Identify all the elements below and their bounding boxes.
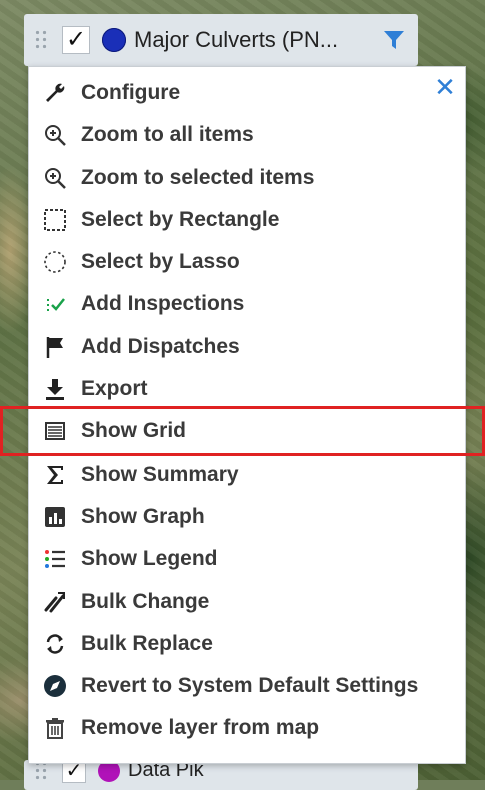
menu-item-add-inspections[interactable]: Add Inspections bbox=[29, 283, 465, 325]
legend-list-icon bbox=[41, 545, 69, 573]
menu-item-label: Select by Rectangle bbox=[81, 208, 280, 231]
zoom-in-icon bbox=[41, 164, 69, 192]
menu-item-zoom-selected[interactable]: Zoom to selected items bbox=[29, 157, 465, 199]
drag-handle-icon[interactable] bbox=[34, 29, 48, 51]
zoom-in-icon bbox=[41, 121, 69, 149]
menu-item-label: Bulk Change bbox=[81, 590, 210, 613]
menu-item-export[interactable]: Export bbox=[29, 368, 465, 410]
menu-item-remove-layer[interactable]: Remove layer from map bbox=[29, 707, 465, 749]
menu-item-label: Select by Lasso bbox=[81, 250, 240, 273]
layer-color-dot bbox=[102, 28, 126, 52]
download-arrow-icon bbox=[41, 375, 69, 403]
menu-item-label: Show Summary bbox=[81, 463, 239, 486]
flag-icon bbox=[41, 333, 69, 361]
menu-item-show-summary[interactable]: Show Summary bbox=[29, 454, 465, 496]
menu-item-show-grid[interactable]: Show Grid bbox=[29, 410, 465, 452]
bulk-replace-icon bbox=[41, 630, 69, 658]
menu-item-label: Add Inspections bbox=[81, 292, 245, 315]
menu-item-label: Export bbox=[81, 377, 148, 400]
menu-item-label: Bulk Replace bbox=[81, 632, 213, 655]
layer-row-major-culverts[interactable]: ✓ Major Culverts (PN... bbox=[24, 14, 418, 66]
menu-item-show-legend[interactable]: Show Legend bbox=[29, 538, 465, 580]
menu-item-label: Zoom to all items bbox=[81, 123, 254, 146]
menu-item-show-graph[interactable]: Show Graph bbox=[29, 496, 465, 538]
trash-icon bbox=[41, 714, 69, 742]
layer-context-menu: ✕ Configure Zoom to all items Zoom to se… bbox=[28, 66, 466, 764]
grid-table-icon bbox=[41, 417, 69, 445]
menu-item-bulk-replace[interactable]: Bulk Replace bbox=[29, 623, 465, 665]
menu-item-bulk-change[interactable]: Bulk Change bbox=[29, 581, 465, 623]
filter-icon[interactable] bbox=[382, 28, 406, 52]
inspection-check-icon bbox=[41, 290, 69, 318]
menu-item-select-lasso[interactable]: Select by Lasso bbox=[29, 241, 465, 283]
menu-item-label: Add Dispatches bbox=[81, 335, 240, 358]
menu-item-label: Configure bbox=[81, 81, 181, 104]
dashed-lasso-icon bbox=[41, 248, 69, 276]
layer-row-data-pik[interactable]: ✓ Data Pik bbox=[24, 760, 418, 790]
bulk-change-icon bbox=[41, 588, 69, 616]
menu-item-label: Show Legend bbox=[81, 547, 218, 570]
menu-item-zoom-all[interactable]: Zoom to all items bbox=[29, 114, 465, 156]
menu-item-add-dispatches[interactable]: Add Dispatches bbox=[29, 326, 465, 368]
menu-item-label: Show Graph bbox=[81, 505, 205, 528]
menu-item-label: Remove layer from map bbox=[81, 716, 320, 739]
menu-item-label: Zoom to selected items bbox=[81, 166, 315, 189]
menu-item-configure[interactable]: Configure bbox=[29, 72, 465, 114]
layer-name[interactable]: Major Culverts (PN... bbox=[134, 27, 338, 53]
bar-chart-icon bbox=[41, 503, 69, 531]
menu-item-select-rectangle[interactable]: Select by Rectangle bbox=[29, 199, 465, 241]
sigma-icon bbox=[41, 461, 69, 489]
dashed-rectangle-icon bbox=[41, 206, 69, 234]
layer-visibility-checkbox[interactable]: ✓ bbox=[62, 26, 90, 54]
menu-item-revert-defaults[interactable]: Revert to System Default Settings bbox=[29, 665, 465, 707]
menu-item-label: Show Grid bbox=[81, 419, 186, 442]
menu-item-label: Revert to System Default Settings bbox=[81, 674, 419, 697]
revert-compass-icon bbox=[41, 672, 69, 700]
wrench-icon bbox=[41, 79, 69, 107]
